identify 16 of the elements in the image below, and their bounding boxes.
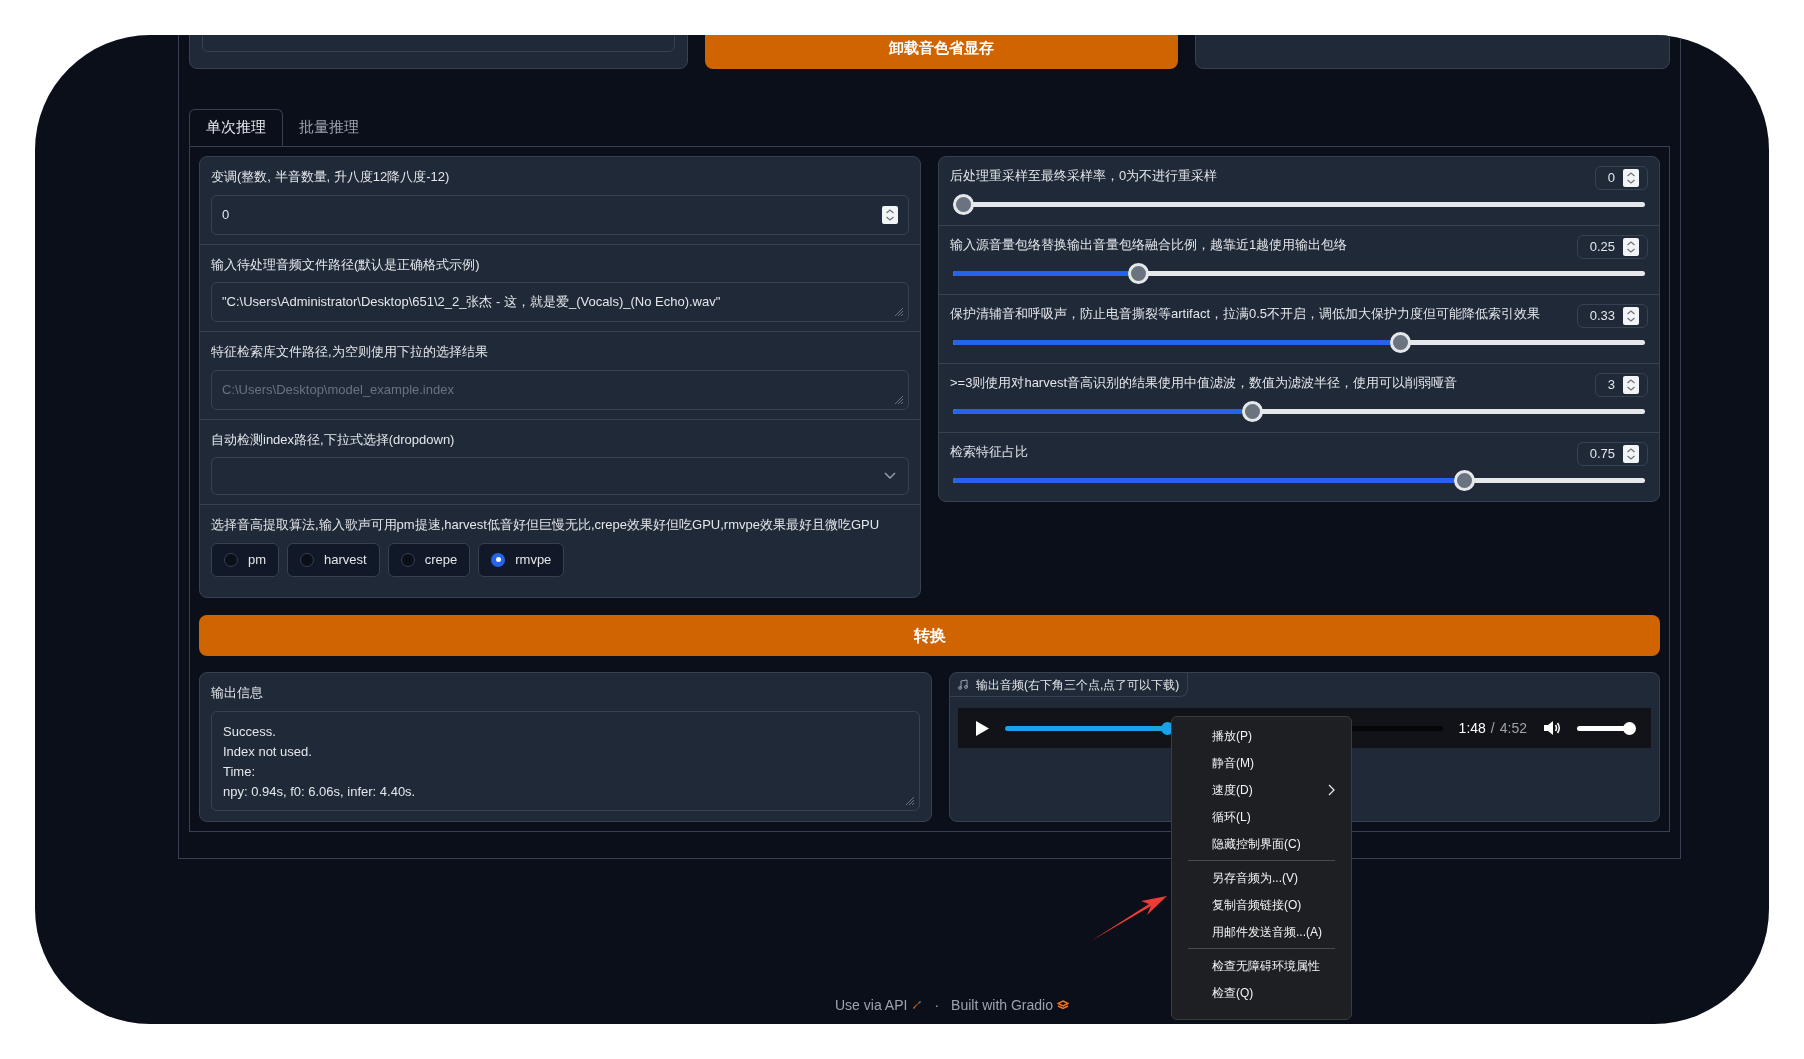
slider-label: >=3则使用对harvest音高识别的结果使用中值滤波，数值为滤波半径，使用可以削弱哑音	[950, 374, 1458, 392]
field-label: 特征检索库文件路径,为空则使用下拉的选择结果	[211, 343, 489, 361]
time-separator: /	[1490, 718, 1495, 738]
slider-label: 后处理重采样至最终采样率，0为不进行重采样	[950, 167, 1218, 185]
slider-label: 检索特征占比	[950, 443, 1028, 461]
duration: 4:52	[1499, 718, 1527, 738]
current-time: 1:48	[1458, 718, 1486, 738]
field-label: 输出信息	[211, 684, 264, 702]
audio-label: 输出音频(右下角三个点,点了可以下载)	[950, 673, 1189, 697]
field-label: 自动检测index路径,下拉式选择(dropdown)	[211, 430, 456, 449]
field-label: 选择音高提取算法,输入歌声可用pm提速,harvest低音好但巨慢无比,crepe效果好但吃GPU,rmvpe效果最好且微吃GPU	[211, 516, 881, 534]
field-label: 输入待处理音频文件路径(默认是正确格式示例)	[211, 255, 481, 274]
field-label: 变调(整数, 半音数量, 升八度12降八度-12)	[211, 168, 451, 186]
footer-separator: ·	[934, 996, 940, 1015]
slider-label: 输入源音量包络替换输出音量包络融合比例，越靠近1越使用输出包络	[950, 236, 1348, 254]
slider-label: 保护清辅音和呼吸声，防止电音撕裂等artifact，拉满0.5不开启，调低加大保护力度但可能降低索引效果	[950, 305, 1541, 323]
